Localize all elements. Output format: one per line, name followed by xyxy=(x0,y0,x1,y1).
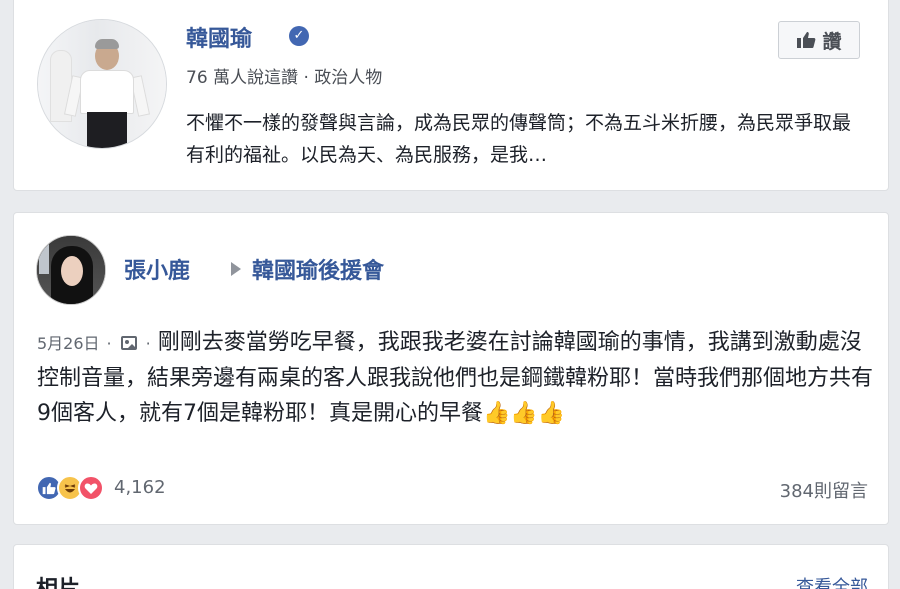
love-reaction-icon xyxy=(78,475,104,501)
post-text: 剛剛去麥當勞吃早餐，我跟我老婆在討論韓國瑜的事情，我講到激動處沒控制音量，結果旁… xyxy=(37,330,874,426)
post-card: 張小鹿 韓國瑜後援會 5月26日 · · 剛剛去麥當勞吃早餐，我跟我老婆在討論韓… xyxy=(13,212,889,525)
separator-dot: · xyxy=(145,334,151,353)
group-name-link[interactable]: 韓國瑜後援會 xyxy=(252,253,384,285)
thumbs-up-icon xyxy=(797,32,816,48)
shared-to-arrow-icon xyxy=(231,262,241,276)
thumbs-up-emoji: 👍👍👍 xyxy=(483,401,566,426)
see-all-photos-link[interactable]: 查看全部 xyxy=(796,573,868,589)
page-name-link[interactable]: 韓國瑜 xyxy=(186,21,252,53)
separator-dot: · xyxy=(106,334,112,353)
photos-card: 相片 查看全部 xyxy=(13,544,889,589)
page-info-card: 韓國瑜 ✓ 76 萬人說這讚 · 政治人物 不懼不一樣的發聲與言論，成為民眾的傳… xyxy=(13,0,889,191)
avatar-hair xyxy=(95,39,119,49)
like-page-button[interactable]: 讚 xyxy=(778,21,860,59)
reaction-icons[interactable] xyxy=(36,475,104,501)
post-timestamp[interactable]: 5月26日 xyxy=(37,334,100,353)
post-body: 5月26日 · · 剛剛去麥當勞吃早餐，我跟我老婆在討論韓國瑜的事情，我講到激動… xyxy=(37,325,877,431)
avatar-pants xyxy=(87,112,127,148)
verified-badge-icon: ✓ xyxy=(289,26,309,46)
page-meta: 76 萬人說這讚 · 政治人物 xyxy=(186,68,383,88)
avatar-shirt xyxy=(80,70,134,114)
photos-section-title: 相片 xyxy=(36,571,80,589)
poster-avatar[interactable] xyxy=(36,235,106,305)
like-button-label: 讚 xyxy=(822,30,842,53)
page-description: 不懼不一樣的發聲與言論，成為民眾的傳聲筒；不為五斗米折腰，為民眾爭取最有利的福祉… xyxy=(186,112,852,166)
comment-count-link[interactable]: 384則留言 xyxy=(780,477,868,503)
photo-privacy-icon xyxy=(120,336,137,350)
poster-avatar-face xyxy=(61,256,83,286)
poster-avatar-window xyxy=(39,244,49,274)
page-profile-picture[interactable] xyxy=(37,19,167,149)
poster-name-link[interactable]: 張小鹿 xyxy=(124,253,190,285)
reaction-count[interactable]: 4,162 xyxy=(114,477,166,498)
